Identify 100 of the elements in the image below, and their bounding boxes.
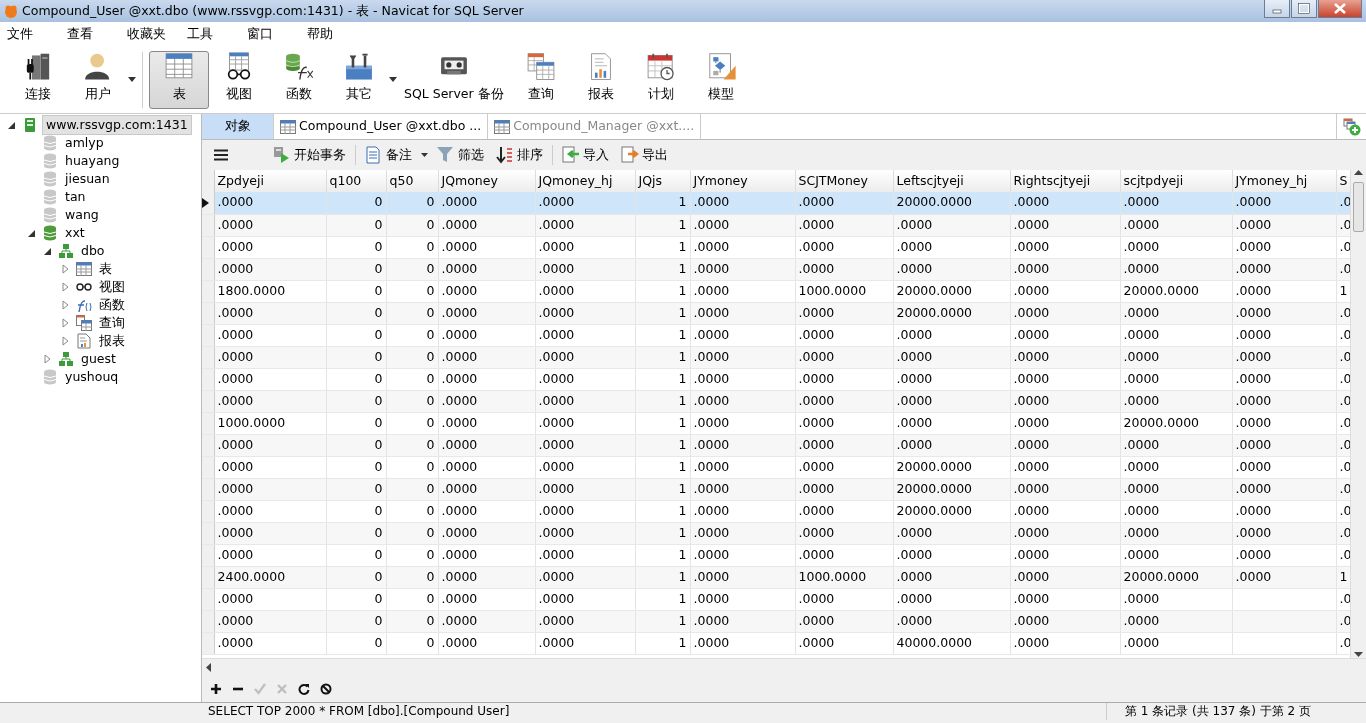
- tree-item[interactable]: www.rssvgp.com:1431: [42, 114, 192, 136]
- column-header[interactable]: JQjs: [635, 170, 690, 192]
- table-icon: [76, 262, 92, 276]
- export-icon: [621, 146, 639, 164]
- table-cell: .0000: [1232, 456, 1336, 478]
- toolbar-button[interactable]: 连接: [8, 50, 68, 109]
- collapsed-triangle-icon[interactable]: [61, 318, 69, 328]
- column-header[interactable]: JYmoney: [690, 170, 795, 192]
- tree-item[interactable]: 查询: [96, 313, 128, 333]
- tree-item[interactable]: 表: [96, 259, 115, 279]
- table-cell: 1000.0000: [214, 412, 326, 434]
- collapsed-triangle-icon[interactable]: [61, 336, 69, 346]
- toolbar-button[interactable]: 查询: [510, 50, 571, 109]
- toolbar-button[interactable]: 排序: [493, 143, 546, 167]
- column-header[interactable]: Zpdyeji: [214, 170, 326, 192]
- table-cell: 1: [635, 456, 690, 478]
- minimize-button[interactable]: [1264, 0, 1290, 18]
- tree-item[interactable]: 报表: [96, 331, 128, 351]
- tree-item[interactable]: huayang: [62, 151, 123, 171]
- table-cell: .0000: [1120, 368, 1232, 390]
- toolbar-button[interactable]: 导入: [559, 143, 612, 167]
- table-cell: 0: [386, 280, 438, 302]
- table-cell: .0000: [795, 500, 893, 522]
- menu-item[interactable]: 帮助: [307, 24, 367, 44]
- table-cell: 1: [635, 280, 690, 302]
- column-header[interactable]: JQmoney: [438, 170, 535, 192]
- table-cell: 1: [635, 500, 690, 522]
- tree-item[interactable]: wang: [62, 205, 102, 225]
- tree-item[interactable]: tan: [62, 187, 89, 207]
- toolbar-button[interactable]: 导出: [618, 143, 671, 167]
- new-query-icon[interactable]: [1342, 117, 1361, 136]
- table-cell: 1: [635, 632, 690, 654]
- toolbar-button[interactable]: 计划: [630, 50, 691, 109]
- add-icon[interactable]: [210, 683, 222, 695]
- table-cell: 0: [326, 456, 386, 478]
- toolbar-button[interactable]: 视图: [209, 50, 269, 109]
- menu-icon[interactable]: [214, 149, 228, 161]
- refresh-icon[interactable]: [298, 683, 310, 695]
- close-button[interactable]: [1318, 0, 1362, 18]
- column-header[interactable]: Rightscjtyeji: [1010, 170, 1120, 192]
- column-header[interactable]: Leftscjtyeji: [893, 170, 1010, 192]
- toolbar-button[interactable]: 报表: [570, 50, 631, 109]
- toolbar-button[interactable]: 表: [149, 50, 209, 109]
- toolbar-button[interactable]: 开始事务: [270, 143, 349, 167]
- tree-item[interactable]: amlyp: [62, 133, 107, 153]
- column-header[interactable]: scjtpdyeji: [1120, 170, 1232, 192]
- toolbar-button[interactable]: 模型: [690, 50, 751, 109]
- table-cell: .0000: [1232, 500, 1336, 522]
- tab[interactable]: 对象: [202, 114, 274, 139]
- collapsed-triangle-icon[interactable]: [61, 282, 69, 292]
- window-title: Compound_User @xxt.dbo (www.rssvgp.com:1431) - 表 - Navicat for SQL Server: [22, 1, 524, 20]
- stop-icon[interactable]: [320, 683, 332, 695]
- column-header[interactable]: JQmoney_hj: [535, 170, 635, 192]
- table-cell: .0000: [1232, 192, 1336, 214]
- toolbar-button[interactable]: 函数: [269, 50, 329, 109]
- table-cell: .0000: [535, 500, 635, 522]
- collapsed-triangle-icon[interactable]: [61, 264, 69, 274]
- tree-item[interactable]: guest: [78, 349, 119, 369]
- menu-item[interactable]: 收藏夹: [127, 24, 187, 44]
- toolbar-button[interactable]: 备注: [362, 143, 415, 167]
- tree-item[interactable]: jiesuan: [62, 169, 113, 189]
- scroll-left-icon[interactable]: [206, 663, 212, 672]
- table-cell: .0000: [438, 500, 535, 522]
- column-header[interactable]: q100: [326, 170, 386, 192]
- caret-icon[interactable]: [389, 77, 397, 82]
- toolbar-button[interactable]: 用户: [68, 50, 128, 109]
- tree-item[interactable]: xxt: [62, 223, 88, 243]
- column-header[interactable]: q50: [386, 170, 438, 192]
- toolbar-button[interactable]: 其它: [329, 50, 389, 109]
- menu-item[interactable]: 工具: [187, 24, 247, 44]
- menu-item[interactable]: 查看: [67, 24, 127, 44]
- scroll-up-icon[interactable]: [1354, 170, 1363, 176]
- menu-item[interactable]: 文件: [7, 24, 67, 44]
- caret-icon[interactable]: [128, 77, 136, 82]
- scrollbar-thumb[interactable]: [1353, 182, 1364, 232]
- table-cell: .0000: [214, 192, 326, 214]
- tree-item[interactable]: dbo: [78, 241, 108, 261]
- menu-item[interactable]: 窗口: [247, 24, 307, 44]
- column-header[interactable]: SCJTMoney: [795, 170, 893, 192]
- collapsed-triangle-icon[interactable]: [61, 300, 69, 310]
- toolbar-button[interactable]: SQL Server 备份: [397, 50, 511, 109]
- table-cell: .0000: [1120, 632, 1232, 654]
- expanded-triangle-icon[interactable]: [7, 121, 15, 129]
- table-cell: .0000: [535, 368, 635, 390]
- table-cell: .0000: [438, 324, 535, 346]
- toolbar-button[interactable]: 筛选: [434, 143, 487, 167]
- table-cell: 1: [635, 236, 690, 258]
- maximize-icon[interactable]: [1296, 2, 1312, 15]
- column-header[interactable]: JYmoney_hj: [1232, 170, 1336, 192]
- close-icon[interactable]: [1332, 2, 1348, 15]
- table-cell: .0000: [795, 368, 893, 390]
- collapsed-triangle-icon[interactable]: [43, 354, 51, 364]
- expanded-triangle-icon[interactable]: [27, 229, 35, 237]
- tree-item[interactable]: 函数: [96, 295, 128, 315]
- database-icon: [43, 171, 57, 187]
- caret-icon[interactable]: [421, 153, 428, 157]
- tree-item[interactable]: yushouq: [62, 367, 122, 387]
- expanded-triangle-icon[interactable]: [43, 247, 51, 255]
- tree-item[interactable]: 视图: [96, 277, 128, 297]
- maximize-button[interactable]: [1291, 0, 1317, 18]
